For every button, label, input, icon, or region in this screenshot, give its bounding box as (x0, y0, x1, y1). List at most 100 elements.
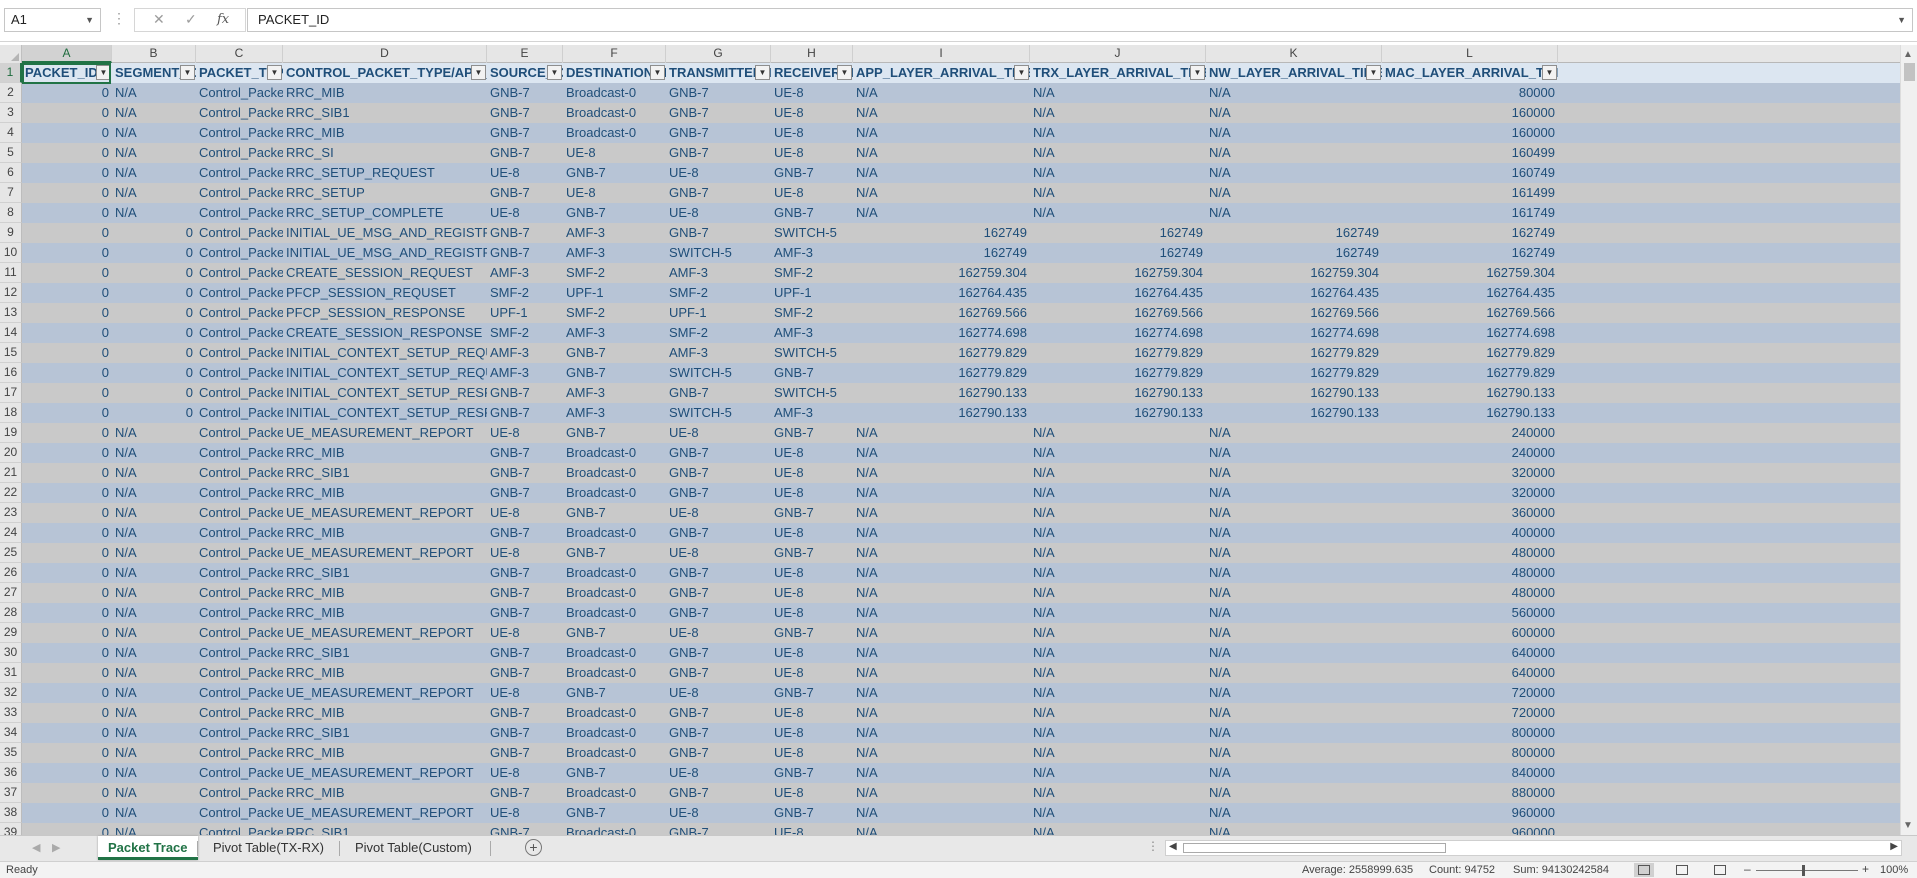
table-cell[interactable]: 880000 (1382, 783, 1558, 803)
table-cell[interactable]: AMF-3 (487, 363, 563, 383)
table-cell[interactable]: 162749 (1030, 223, 1206, 243)
filter-dropdown-icon[interactable]: ▼ (1014, 65, 1029, 80)
table-cell[interactable]: Control_Packet (196, 543, 283, 563)
table-cell[interactable]: GNB-7 (487, 463, 563, 483)
more-options-icon[interactable]: ⋮ (112, 10, 126, 27)
table-cell[interactable]: N/A (1030, 163, 1206, 183)
table-cell[interactable]: Control_Packet (196, 243, 283, 263)
table-cell[interactable]: RRC_MIB (283, 83, 487, 103)
table-cell[interactable]: N/A (1206, 443, 1382, 463)
row-header[interactable]: 15 (0, 343, 22, 363)
table-cell[interactable]: Broadcast-0 (563, 603, 666, 623)
table-cell[interactable]: 162790.133 (1030, 403, 1206, 423)
table-cell[interactable]: UE-8 (487, 163, 563, 183)
table-cell[interactable]: 640000 (1382, 663, 1558, 683)
table-cell[interactable]: GNB-7 (487, 723, 563, 743)
table-cell[interactable]: 162774.698 (1382, 323, 1558, 343)
column-header-b[interactable]: B (112, 45, 196, 63)
filter-dropdown-icon[interactable]: ▼ (1366, 65, 1381, 80)
table-cell[interactable]: GNB-7 (487, 403, 563, 423)
table-cell[interactable]: AMF-3 (487, 263, 563, 283)
table-cell[interactable]: SMF-2 (771, 303, 853, 323)
table-cell[interactable]: SWITCH-5 (666, 403, 771, 423)
table-cell[interactable]: N/A (112, 763, 196, 783)
table-cell[interactable]: 0 (22, 803, 112, 823)
table-cell[interactable]: UE_MEASUREMENT_REPORT (283, 543, 487, 563)
table-cell[interactable]: Control_Packet (196, 363, 283, 383)
table-cell[interactable]: GNB-7 (487, 823, 563, 835)
table-cell[interactable]: N/A (1030, 663, 1206, 683)
table-cell[interactable]: N/A (1030, 683, 1206, 703)
table-cell[interactable]: Control_Packet (196, 163, 283, 183)
table-cell[interactable]: N/A (112, 183, 196, 203)
table-cell[interactable]: N/A (1030, 803, 1206, 823)
table-cell[interactable]: UE-8 (666, 803, 771, 823)
table-cell[interactable]: 162779.829 (1030, 363, 1206, 383)
table-cell[interactable]: UE-8 (771, 703, 853, 723)
table-cell[interactable]: 162749 (853, 243, 1030, 263)
row-header[interactable]: 3 (0, 103, 22, 123)
table-cell[interactable]: UE-8 (771, 583, 853, 603)
table-cell[interactable]: GNB-7 (487, 643, 563, 663)
scroll-up-icon[interactable]: ▲ (1903, 49, 1913, 60)
table-cell[interactable]: GNB-7 (563, 363, 666, 383)
table-cell[interactable]: GNB-7 (666, 583, 771, 603)
table-cell[interactable]: UE-8 (487, 503, 563, 523)
table-cell[interactable]: AMF-3 (563, 383, 666, 403)
table-cell[interactable]: GNB-7 (666, 703, 771, 723)
table-cell[interactable]: UPF-1 (487, 303, 563, 323)
table-cell[interactable]: UE-8 (771, 783, 853, 803)
table-cell[interactable]: RRC_SIB1 (283, 643, 487, 663)
table-cell[interactable]: AMF-3 (666, 263, 771, 283)
table-cell[interactable]: 162790.133 (853, 403, 1030, 423)
table-cell[interactable]: N/A (112, 163, 196, 183)
scroll-right-icon[interactable]: ▶ (1890, 841, 1898, 852)
table-cell[interactable]: N/A (853, 503, 1030, 523)
table-cell[interactable]: 160499 (1382, 143, 1558, 163)
table-cell[interactable]: N/A (112, 563, 196, 583)
table-cell[interactable]: 240000 (1382, 423, 1558, 443)
table-cell[interactable]: N/A (853, 703, 1030, 723)
table-cell[interactable]: Broadcast-0 (563, 103, 666, 123)
filter-dropdown-icon[interactable]: ▼ (547, 65, 562, 80)
header-cell[interactable]: TRX_LAYER_ARRIVAL_TIME(US)▼ (1030, 63, 1206, 83)
table-cell[interactable]: N/A (1030, 623, 1206, 643)
table-cell[interactable]: N/A (1206, 663, 1382, 683)
row-header[interactable]: 30 (0, 643, 22, 663)
table-cell[interactable]: GNB-7 (666, 383, 771, 403)
table-cell[interactable]: N/A (112, 443, 196, 463)
table-cell[interactable]: 162749 (853, 223, 1030, 243)
table-cell[interactable]: 0 (22, 263, 112, 283)
table-cell[interactable]: Control_Packet (196, 683, 283, 703)
table-cell[interactable]: SWITCH-5 (666, 363, 771, 383)
table-cell[interactable]: GNB-7 (771, 423, 853, 443)
table-cell[interactable]: GNB-7 (771, 363, 853, 383)
table-cell[interactable]: SWITCH-5 (771, 223, 853, 243)
select-all-button[interactable] (0, 45, 22, 63)
table-cell[interactable]: N/A (1030, 463, 1206, 483)
table-cell[interactable]: N/A (112, 483, 196, 503)
table-cell[interactable]: N/A (112, 643, 196, 663)
table-cell[interactable]: CREATE_SESSION_RESPONSE (283, 323, 487, 343)
row-header[interactable]: 13 (0, 303, 22, 323)
table-cell[interactable]: GNB-7 (771, 543, 853, 563)
table-cell[interactable]: Control_Packet (196, 143, 283, 163)
table-cell[interactable]: N/A (1030, 503, 1206, 523)
table-cell[interactable]: 162779.829 (1382, 363, 1558, 383)
table-cell[interactable]: 162790.133 (1382, 403, 1558, 423)
table-cell[interactable]: Broadcast-0 (563, 443, 666, 463)
table-cell[interactable]: 162790.133 (1206, 383, 1382, 403)
table-cell[interactable]: GNB-7 (563, 803, 666, 823)
table-cell[interactable]: 0 (112, 303, 196, 323)
table-cell[interactable]: GNB-7 (487, 703, 563, 723)
table-cell[interactable]: 0 (22, 423, 112, 443)
table-cell[interactable]: GNB-7 (666, 723, 771, 743)
table-cell[interactable]: N/A (1030, 783, 1206, 803)
table-cell[interactable]: GNB-7 (563, 543, 666, 563)
sheet-tab[interactable]: Pivot Table(TX-RX) (203, 836, 334, 860)
table-cell[interactable]: 0 (22, 383, 112, 403)
table-cell[interactable]: Control_Packet (196, 803, 283, 823)
table-cell[interactable]: 162759.304 (1030, 263, 1206, 283)
table-cell[interactable]: 0 (112, 343, 196, 363)
table-cell[interactable]: SWITCH-5 (771, 383, 853, 403)
